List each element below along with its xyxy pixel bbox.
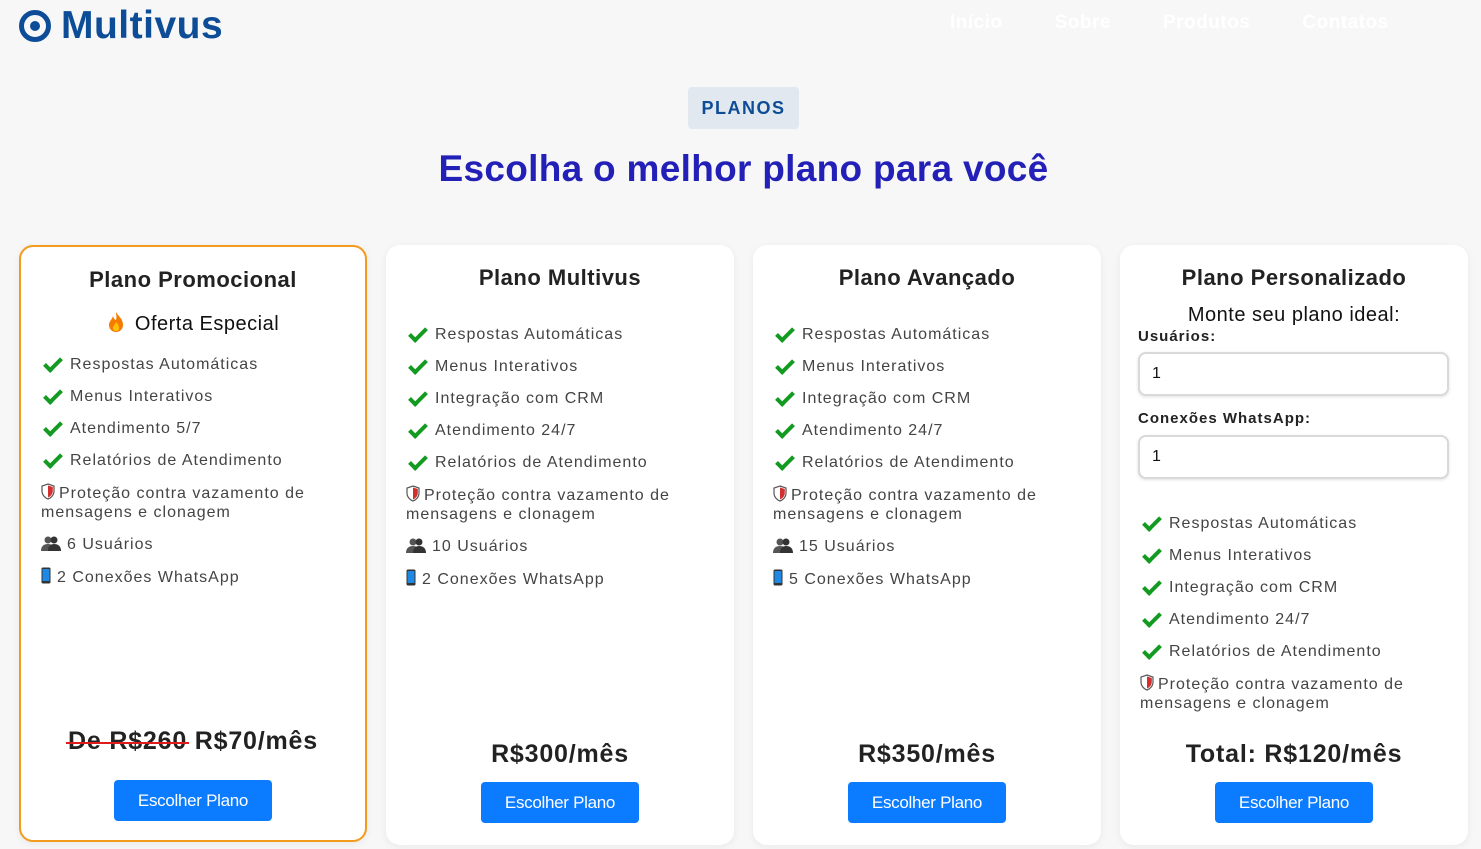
plan-title: Plano Multivus [478, 265, 642, 290]
check-icon [408, 354, 428, 375]
feature-list: Respostas Automáticas Menus Interativos … [41, 352, 345, 600]
check-icon [408, 418, 428, 439]
check-icon [408, 386, 428, 407]
feature-item-protection: Proteção contra vazamento de mensagens e… [406, 485, 670, 523]
plan-card-avancado: Plano Avançado Respostas Automáticas Men… [753, 245, 1101, 845]
plan-title: Plano Promocional [89, 267, 297, 292]
feature-list: Respostas Automáticas Menus Interativos … [406, 322, 714, 602]
users-icon [41, 536, 61, 551]
users-field-label: Usuários: [1138, 328, 1217, 345]
plan-title: Plano Avançado [838, 265, 1016, 290]
feature-list: Respostas Automáticas Menus Interativos … [1140, 511, 1448, 726]
check-icon [43, 416, 63, 437]
check-icon [775, 386, 795, 407]
check-icon [775, 354, 795, 375]
brand-name: Multivus [61, 4, 224, 47]
feature-item: Respostas Automáticas [406, 322, 714, 344]
feature-item-protection: Proteção contra vazamento de mensagens e… [1140, 674, 1404, 712]
check-icon [775, 322, 795, 343]
plan-subtitle: Monte seu plano ideal: [1187, 304, 1401, 326]
plan-price: R$300/mês [491, 740, 629, 768]
section-badge: PLANOS [688, 87, 799, 129]
feature-list: Respostas Automáticas Menus Interativos … [773, 322, 1081, 602]
brand-logo[interactable]: Multivus [19, 4, 223, 48]
plan-subtitle: Oferta Especial [21, 311, 365, 336]
feature-item-connections: 2 Conexões WhatsApp [406, 569, 714, 589]
check-icon [775, 418, 795, 439]
users-icon [773, 538, 793, 553]
feature-item-users: 10 Usuários [406, 537, 714, 556]
feature-item: Respostas Automáticas [1140, 511, 1448, 533]
phone-icon [773, 569, 783, 586]
check-icon [1142, 607, 1162, 628]
feature-item: Atendimento 24/7 [406, 418, 714, 440]
check-icon [1142, 543, 1162, 564]
choose-plan-button[interactable]: Escolher Plano [848, 782, 1006, 823]
main-nav: Início Sobre Produtos Contatos [950, 12, 1389, 34]
target-icon [19, 10, 51, 42]
phone-icon [41, 567, 51, 584]
feature-item-connections: 2 Conexões WhatsApp [41, 567, 345, 587]
choose-plan-button[interactable]: Escolher Plano [1215, 782, 1373, 823]
nav-link-contatos[interactable]: Contatos [1302, 12, 1388, 34]
feature-item-protection: Proteção contra vazamento de mensagens e… [41, 483, 305, 521]
fire-icon [107, 312, 135, 335]
plan-card-personalizado: Plano Personalizado Monte seu plano idea… [1120, 245, 1468, 845]
feature-item: Relatórios de Atendimento [41, 448, 345, 470]
feature-item: Relatórios de Atendimento [406, 450, 714, 472]
feature-item-users: 6 Usuários [41, 535, 345, 554]
check-icon [408, 322, 428, 343]
feature-item: Menus Interativos [406, 354, 714, 376]
connections-field-label: Conexões WhatsApp: [1138, 410, 1312, 427]
users-icon [406, 538, 426, 553]
feature-item-users: 15 Usuários [773, 537, 1081, 556]
old-price: De R$260 [66, 727, 190, 755]
nav-link-produtos[interactable]: Produtos [1163, 12, 1250, 34]
feature-item: Integração com CRM [406, 386, 714, 408]
connections-input[interactable] [1138, 435, 1449, 479]
feature-item: Relatórios de Atendimento [1140, 639, 1448, 661]
feature-item: Atendimento 24/7 [1140, 607, 1448, 629]
check-icon [43, 352, 63, 373]
current-price: R$70/mês [194, 727, 318, 755]
choose-plan-button[interactable]: Escolher Plano [481, 782, 639, 823]
header: Multivus Início Sobre Produtos Contatos [0, 0, 1481, 50]
feature-item: Atendimento 24/7 [773, 418, 1081, 440]
feature-item: Respostas Automáticas [41, 352, 345, 374]
feature-item: Atendimento 5/7 [41, 416, 345, 438]
shield-icon [41, 483, 55, 500]
plan-title: Plano Personalizado [1181, 265, 1407, 290]
section-headline: Escolha o melhor plano para você [438, 148, 1049, 189]
check-icon [408, 450, 428, 471]
check-icon [1142, 639, 1162, 660]
check-icon [775, 450, 795, 471]
check-icon [43, 448, 63, 469]
shield-icon [1140, 674, 1154, 691]
feature-item: Integração com CRM [773, 386, 1081, 408]
plan-price: De R$260 R$70/mês [21, 727, 365, 756]
feature-item: Integração com CRM [1140, 575, 1448, 597]
feature-item: Menus Interativos [773, 354, 1081, 376]
check-icon [1142, 511, 1162, 532]
feature-item: Menus Interativos [1140, 543, 1448, 565]
feature-item: Menus Interativos [41, 384, 345, 406]
plan-price: R$350/mês [858, 740, 996, 768]
plan-card-promocional: Plano Promocional Oferta Especial Respos… [19, 245, 367, 842]
nav-link-sobre[interactable]: Sobre [1055, 12, 1111, 34]
phone-icon [406, 569, 416, 586]
shield-icon [773, 485, 787, 502]
users-input[interactable] [1138, 352, 1449, 396]
feature-item: Relatórios de Atendimento [773, 450, 1081, 472]
check-icon [1142, 575, 1162, 596]
check-icon [43, 384, 63, 405]
choose-plan-button[interactable]: Escolher Plano [114, 780, 272, 821]
feature-item-connections: 5 Conexões WhatsApp [773, 569, 1081, 589]
nav-link-inicio[interactable]: Início [950, 12, 1003, 34]
shield-icon [406, 485, 420, 502]
plan-card-multivus: Plano Multivus Respostas Automáticas Men… [386, 245, 734, 845]
plan-total-price: Total: R$120/mês [1185, 740, 1403, 768]
feature-item-protection: Proteção contra vazamento de mensagens e… [773, 485, 1037, 523]
feature-item: Respostas Automáticas [773, 322, 1081, 344]
